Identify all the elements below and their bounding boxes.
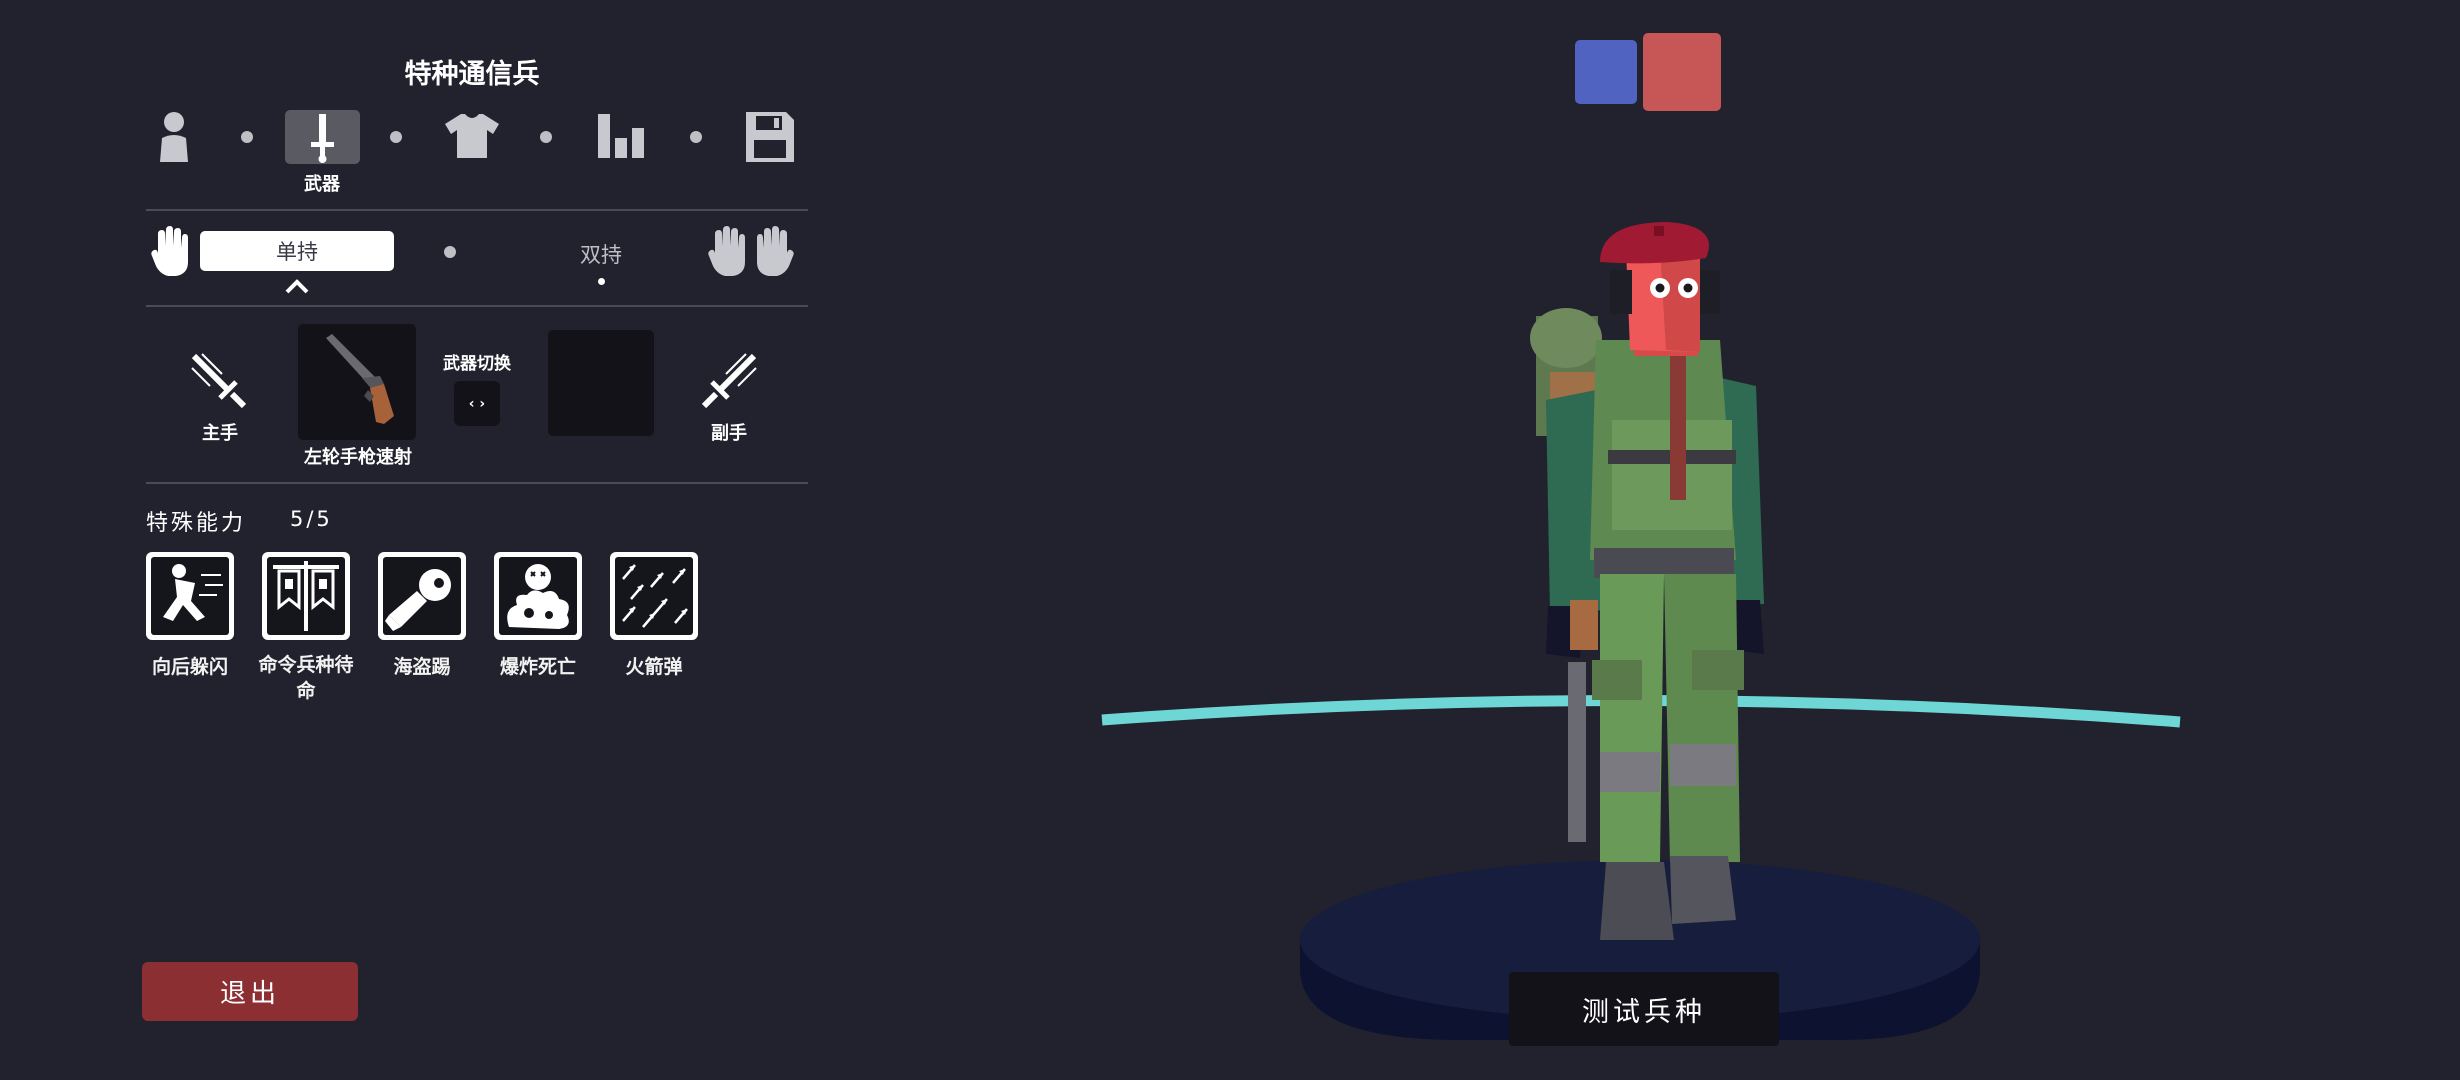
dodge-icon [163,564,223,621]
kick-icon [385,569,451,631]
single-hand-icon[interactable] [150,226,196,278]
tab-save[interactable] [744,110,796,164]
ability-backflip[interactable] [146,552,234,640]
grip-dual-option[interactable]: 双持 [580,239,622,269]
save-icon [746,112,794,162]
ability-rocket-label: 火箭弹 [625,656,683,678]
selected-chevron-icon [285,279,309,294]
main-hand-slot[interactable] [188,350,250,412]
bar-chart-icon [598,114,644,158]
soldier-model [1530,222,1764,940]
equipped-weapon-slot[interactable] [298,324,416,440]
ability-command-label: 命令兵种待 命 [258,652,353,704]
section-divider [146,482,808,484]
tab-appearance[interactable] [443,110,501,160]
grip-separator [444,246,456,258]
ability-explode-death[interactable] [494,552,582,640]
equipped-weapon-name: 左轮手枪速射 [304,447,412,468]
unit-title: 特种通信兵 [404,59,540,90]
tab-separator [690,131,702,143]
ability-pirate-kick[interactable] [378,552,466,640]
ability-rocket[interactable] [610,552,698,640]
test-unit-button[interactable]: 测试兵种 [1509,972,1779,1046]
unit-preview-scene [1101,222,2181,1040]
sword-slash-icon [191,353,247,409]
ability-backflip-label: 向后躲闪 [151,656,229,678]
ability-command[interactable] [262,552,350,640]
exit-button[interactable]: 退出 [142,962,358,1021]
ability-explode-death-label: 爆炸死亡 [499,656,577,678]
section-divider [146,305,808,307]
explosion-icon [507,564,569,629]
ability-command-label-line2: 命 [296,680,316,702]
tab-stats[interactable] [594,110,650,160]
person-icon [160,112,188,162]
ability-pirate-kick-label: 海盗踢 [393,656,451,678]
secondary-weapon-slot[interactable] [548,330,654,436]
tab-separator [540,131,552,143]
test-unit-label: 测试兵种 [1582,996,1706,1028]
tab-separator [241,131,253,143]
grip-dual-indicator [598,278,605,285]
arrows-icon [622,564,688,628]
grip-single-label: 单持 [276,240,318,264]
off-hand-label: 副手 [711,423,747,444]
sword-icon [311,114,334,163]
tab-weapons-label: 武器 [304,174,340,195]
revolver-icon [326,334,394,424]
abilities-title: 特殊能力 [146,511,247,536]
switch-arrows-icon: ‹ › [468,395,486,412]
tab-weapons[interactable] [285,110,360,164]
main-hand-label: 主手 [202,423,238,444]
weapon-switch-label: 武器切换 [443,354,511,374]
off-hand-slot[interactable] [698,350,760,412]
abilities-count: 5/5 [290,507,333,531]
sword-slash-icon [701,353,757,409]
weapon-switch-button[interactable]: ‹ › [454,381,500,426]
tab-separator [390,131,402,143]
ability-command-label-line1: 命令兵种待 [258,654,354,676]
section-divider [146,209,808,211]
banner-icon [273,561,339,631]
tab-unit-base[interactable] [150,108,198,164]
dual-hand-icon[interactable] [707,226,797,278]
shirt-icon [445,114,499,158]
exit-button-label: 退出 [219,979,280,1009]
grip-single-option[interactable]: 单持 [200,231,394,271]
